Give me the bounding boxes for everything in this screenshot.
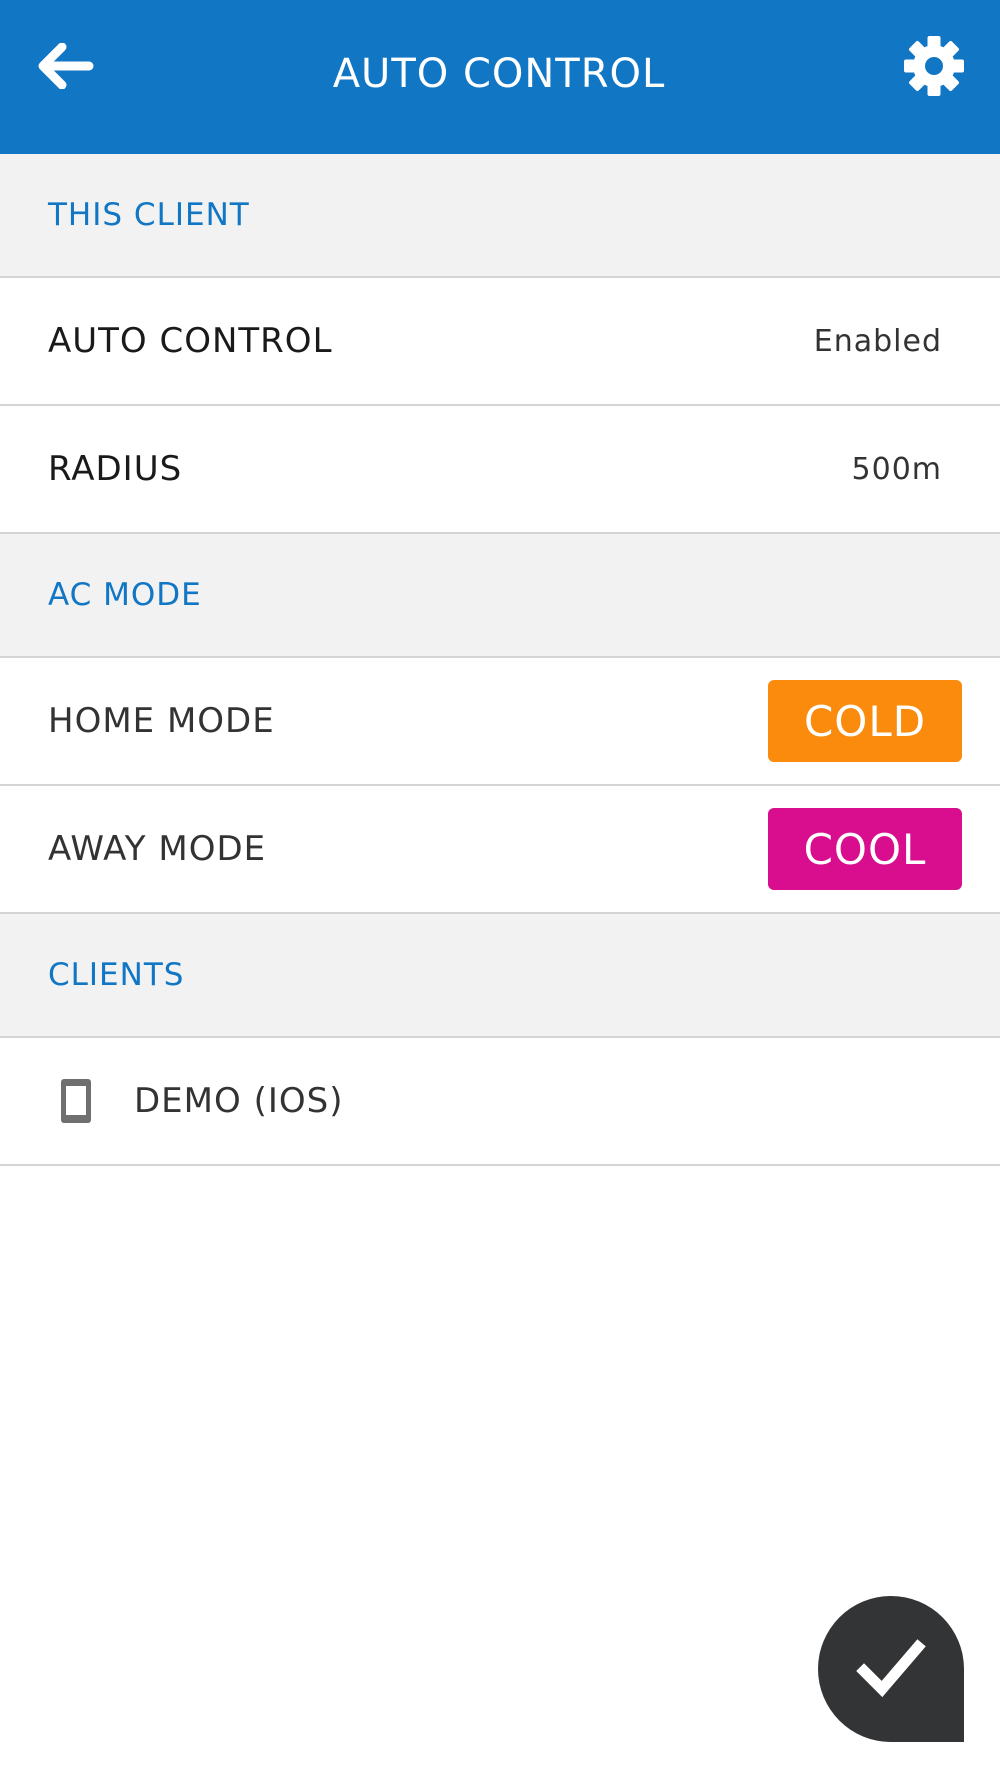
settings-button[interactable] [896, 28, 972, 104]
confirm-button[interactable] [818, 1596, 964, 1742]
page-title: AUTO CONTROL [332, 51, 666, 97]
client-name: DEMO (IOS) [134, 1081, 344, 1121]
settings-list: THIS CLIENT AUTO CONTROL Enabled RADIUS … [0, 154, 1000, 1166]
radius-row[interactable]: RADIUS 500m [0, 406, 1000, 534]
radius-value: 500m [851, 451, 942, 487]
section-header-ac-mode: AC MODE [0, 534, 1000, 658]
auto-control-row[interactable]: AUTO CONTROL Enabled [0, 278, 1000, 406]
away-mode-row: AWAY MODE COOL [0, 786, 1000, 914]
gear-icon [904, 36, 964, 96]
away-mode-button[interactable]: COOL [768, 808, 962, 890]
auto-control-value: Enabled [813, 323, 942, 359]
radius-label: RADIUS [48, 449, 183, 489]
away-mode-label: AWAY MODE [48, 829, 267, 869]
home-mode-row: HOME MODE COLD [0, 658, 1000, 786]
client-row[interactable]: DEMO (IOS) [0, 1038, 1000, 1166]
auto-control-label: AUTO CONTROL [48, 321, 333, 361]
home-mode-button[interactable]: COLD [768, 680, 962, 762]
section-header-clients: CLIENTS [0, 914, 1000, 1038]
home-mode-label: HOME MODE [48, 701, 275, 741]
checkmark-icon [856, 1639, 926, 1698]
smartphone-icon [58, 1077, 94, 1125]
app-bar: AUTO CONTROL [0, 0, 1000, 154]
section-header-this-client: THIS CLIENT [0, 154, 1000, 278]
